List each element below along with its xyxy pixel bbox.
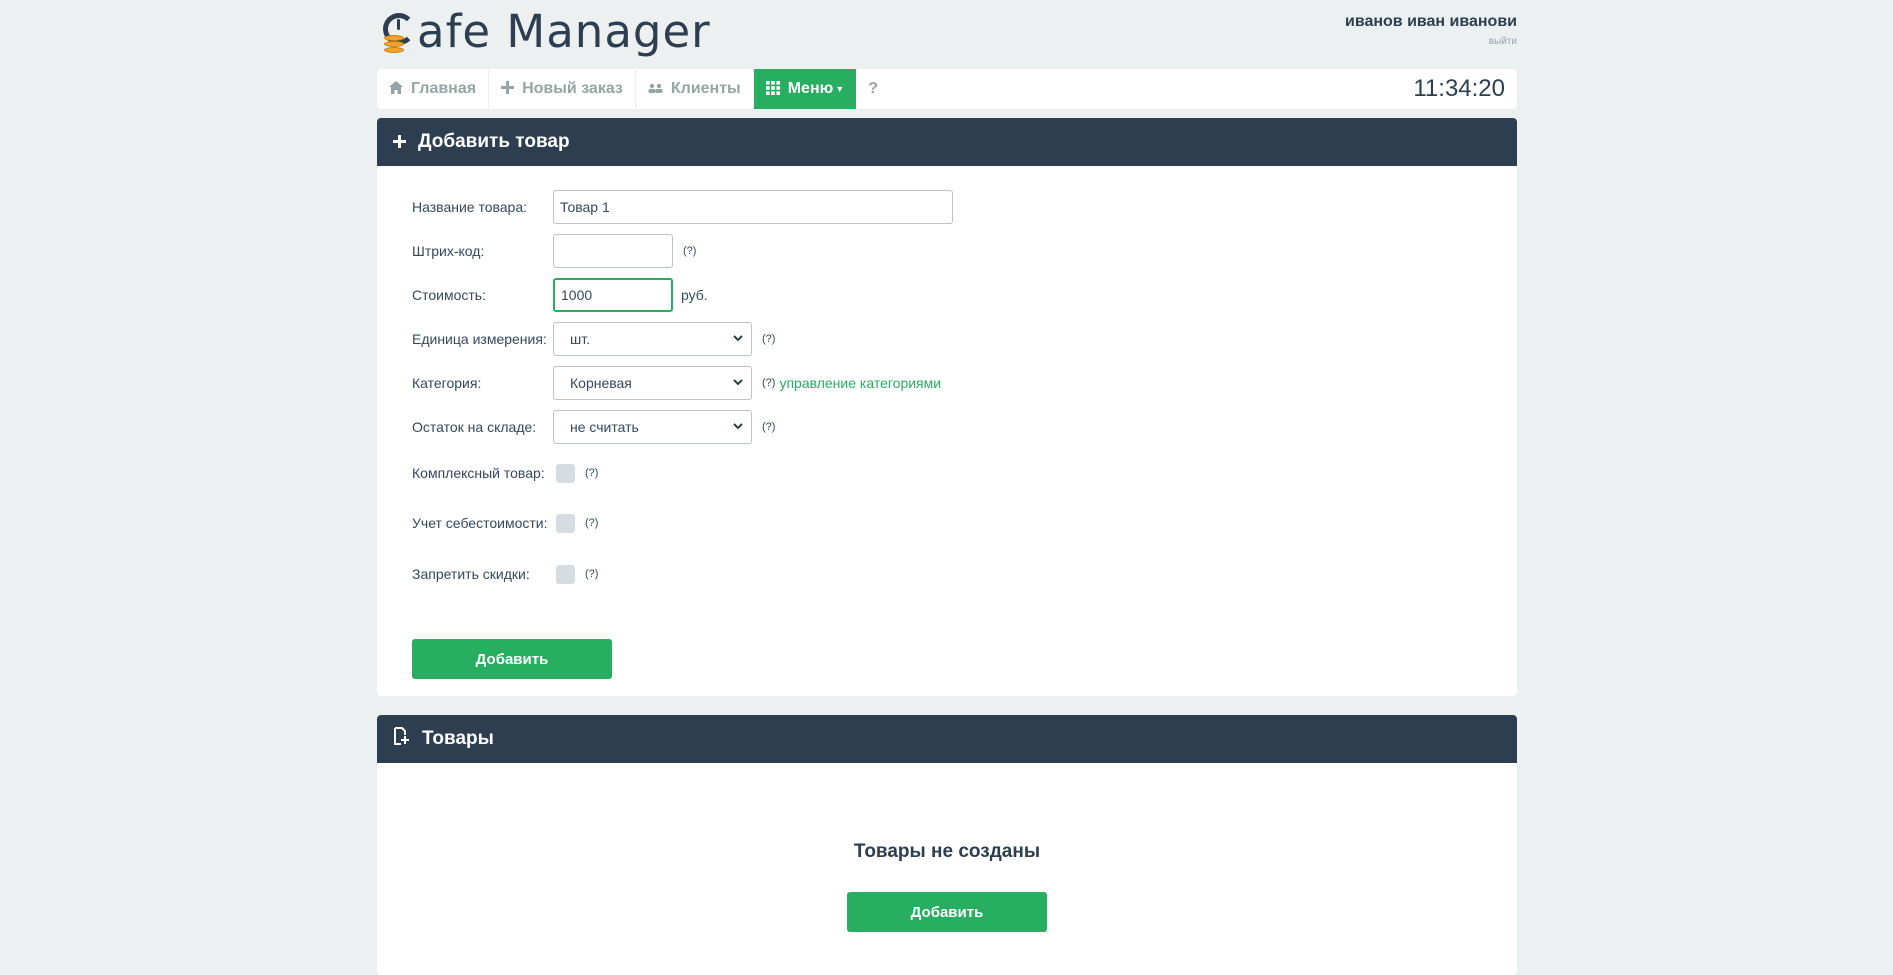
plus-icon <box>393 131 406 154</box>
row-name: Название товара: <box>412 190 953 224</box>
nav-home[interactable]: Главная <box>377 69 490 109</box>
stock-select-value: не считать <box>570 419 639 435</box>
row-complex: Комплексный товар: (?) <box>412 456 598 490</box>
row-stock: Остаток на складе: не считать (?) <box>412 410 775 444</box>
stock-select[interactable]: не считать <box>553 410 752 444</box>
category-select-value: Корневая <box>570 375 632 391</box>
caret-down-icon: ▼ <box>835 84 845 94</box>
stock-label: Остаток на складе: <box>412 419 537 435</box>
plus-icon <box>501 81 515 97</box>
row-barcode: Штрих-код: (?) <box>412 234 696 268</box>
add-product-header: Добавить товар <box>377 118 1517 166</box>
nav-new-order-label: Новый заказ <box>522 80 623 97</box>
add-product-title: Добавить товар <box>418 131 570 152</box>
add-product-button[interactable]: Добавить <box>412 639 612 679</box>
nav-clients-label: Клиенты <box>670 80 741 97</box>
chevron-down-icon <box>733 334 743 345</box>
logo[interactable]: afe Manager <box>383 4 711 60</box>
name-input[interactable] <box>553 190 953 224</box>
barcode-input[interactable] <box>553 234 673 268</box>
barcode-help[interactable]: (?) <box>683 245 696 257</box>
stock-help[interactable]: (?) <box>762 421 775 433</box>
category-label: Категория: <box>412 375 482 391</box>
clock-coins-icon <box>383 10 415 54</box>
nav-new-order[interactable]: Новый заказ <box>489 69 636 109</box>
discount-checkbox[interactable] <box>556 564 575 584</box>
empty-state-text: Товары не созданы <box>853 841 1041 862</box>
logout-link[interactable]: выйти <box>1345 36 1517 47</box>
nav-home-label: Главная <box>411 80 477 97</box>
row-discount: Запретить скидки: (?) <box>412 557 598 591</box>
complex-label: Комплексный товар: <box>412 465 545 481</box>
price-label: Стоимость: <box>412 287 486 303</box>
logo-text: afe Manager <box>417 5 711 58</box>
products-header: Товары <box>377 715 1517 763</box>
barcode-label: Штрих-код: <box>412 243 485 259</box>
products-title: Товары <box>422 728 494 749</box>
add-product-empty-button[interactable]: Добавить <box>847 892 1047 932</box>
chevron-down-icon <box>733 378 743 389</box>
grid-icon <box>765 80 780 98</box>
price-unit: руб. <box>681 287 708 303</box>
users-icon <box>648 81 663 97</box>
row-unit: Единица измерения: шт. (?) <box>412 322 775 356</box>
products-panel: Товары Товары не созданы Добавить <box>377 715 1517 975</box>
price-input[interactable] <box>553 278 673 312</box>
discount-help[interactable]: (?) <box>585 568 598 580</box>
add-file-icon <box>393 727 410 751</box>
clock: 11:34:20 <box>1413 75 1505 102</box>
discount-label: Запретить скидки: <box>412 566 530 582</box>
user-name: иванов иван иванови <box>1344 13 1517 30</box>
cost-help[interactable]: (?) <box>585 517 598 529</box>
row-cost: Учет себестоимости: (?) <box>412 506 598 540</box>
nav-help-label: ? <box>868 80 878 97</box>
chevron-down-icon <box>733 422 743 433</box>
complex-checkbox[interactable] <box>556 463 575 483</box>
complex-help[interactable]: (?) <box>585 467 598 479</box>
name-label: Название товара: <box>412 199 528 215</box>
nav-help[interactable]: ? <box>856 69 890 109</box>
row-category: Категория: Корневая (?) управление катег… <box>412 366 941 400</box>
nav-clients[interactable]: Клиенты <box>636 69 754 109</box>
unit-label: Единица измерения: <box>412 331 547 347</box>
main-nav: Главная Новый заказ Клиенты Меню ▼ ? 11:… <box>377 69 1517 109</box>
cost-checkbox[interactable] <box>556 513 575 533</box>
add-product-panel: Добавить товар Название товара: Штрих-ко… <box>377 118 1517 696</box>
user-block: иванов иван иванови выйти <box>1345 13 1517 47</box>
unit-select-value: шт. <box>570 331 590 347</box>
category-help[interactable]: (?) <box>762 377 775 389</box>
row-price: Стоимость: руб. <box>412 278 708 312</box>
category-select[interactable]: Корневая <box>553 366 752 400</box>
manage-categories-link[interactable]: управление категориями <box>779 375 941 391</box>
cost-label: Учет себестоимости: <box>412 515 548 531</box>
nav-menu-label: Меню <box>787 80 834 97</box>
home-icon <box>389 81 403 97</box>
app-header: afe Manager иванов иван иванови выйти <box>377 0 1517 65</box>
unit-help[interactable]: (?) <box>762 333 775 345</box>
nav-menu[interactable]: Меню ▼ <box>753 69 857 109</box>
unit-select[interactable]: шт. <box>553 322 752 356</box>
